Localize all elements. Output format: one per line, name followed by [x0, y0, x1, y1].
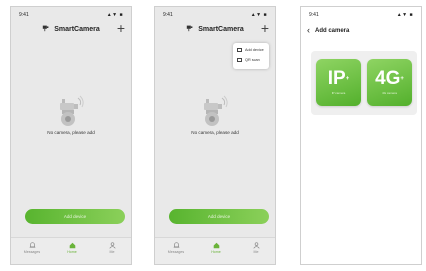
ip-camera-label: IP+	[316, 69, 361, 89]
bottom-tab-bar: Messages Home Me	[11, 237, 131, 264]
status-time: 9:41	[163, 12, 173, 18]
device-icon	[237, 48, 242, 52]
tab-me[interactable]: Me	[241, 242, 271, 254]
status-bar: 9:41 ▲▼ ■	[155, 9, 275, 21]
smartcamera-logo-icon	[43, 25, 49, 32]
status-signal: ▲▼ ■	[106, 12, 123, 18]
ip-camera-card[interactable]: IP+ IP camera	[316, 59, 361, 106]
phone-screen-home-menu: 9:41 ▲▼ ■ SmartCamera + Add device QR sc…	[154, 6, 276, 265]
phone-screen-add-camera: 9:41 ▲▼ ■ ‹ Add camera IP+ IP camera 4G+ …	[300, 6, 422, 265]
tab-label: Me	[253, 250, 259, 254]
status-signal: ▲▼ ■	[250, 12, 267, 18]
tab-me[interactable]: Me	[97, 242, 127, 254]
status-time: 9:41	[19, 12, 29, 18]
bottom-tab-bar: Messages Home Me	[155, 237, 275, 264]
tab-messages[interactable]: Messages	[17, 242, 47, 254]
bell-icon	[29, 242, 35, 248]
status-bar: 9:41 ▲▼ ■	[301, 9, 421, 21]
tab-label: Home	[67, 250, 77, 254]
add-plus-button[interactable]: +	[261, 21, 269, 35]
empty-state-text: No camera, please add	[47, 130, 95, 135]
add-camera-header: ‹ Add camera	[307, 25, 349, 35]
camera-illustration-icon	[204, 95, 228, 126]
person-icon	[252, 242, 260, 249]
tab-label: Messages	[23, 250, 41, 254]
add-device-button[interactable]: Add device	[25, 209, 125, 224]
tab-label: Home	[211, 250, 221, 254]
card-sup: +	[345, 76, 350, 82]
add-plus-button[interactable]: +	[117, 21, 125, 35]
brand-name: SmartCamera	[54, 26, 100, 33]
app-brand: SmartCamera	[11, 24, 131, 33]
status-bar: 9:41 ▲▼ ■	[11, 9, 131, 21]
status-signal: ▲▼ ■	[396, 12, 413, 18]
card-sup: +	[400, 76, 404, 82]
page-title: Add camera	[315, 28, 350, 34]
menu-item-add-device[interactable]: Add device	[237, 48, 264, 52]
menu-item-qr-scan[interactable]: QR scan	[237, 58, 260, 62]
add-device-button[interactable]: Add device	[169, 209, 269, 224]
card-caption: IP camera	[331, 91, 346, 95]
tab-label: Messages	[167, 250, 185, 254]
tab-label: Me	[109, 250, 115, 254]
tab-home[interactable]: Home	[57, 242, 87, 254]
add-menu-dropdown: Add device QR scan	[233, 43, 269, 69]
back-chevron-icon[interactable]: ‹	[307, 25, 310, 35]
brand-name: SmartCamera	[198, 26, 244, 33]
empty-state: No camera, please add	[155, 95, 275, 135]
card-title: IP	[327, 68, 346, 89]
person-icon	[108, 242, 116, 249]
bell-icon	[173, 242, 179, 248]
home-icon	[69, 242, 75, 249]
tab-messages[interactable]: Messages	[161, 242, 191, 254]
empty-state-text: No camera, please add	[191, 130, 239, 135]
empty-state: No camera, please add	[11, 95, 131, 135]
home-icon	[213, 242, 219, 249]
top-nav: SmartCamera +	[155, 21, 275, 37]
menu-item-label: QR scan	[245, 58, 260, 62]
smartcamera-logo-icon	[187, 25, 193, 32]
camera-type-panel: IP+ IP camera 4G+ 4G camera	[311, 51, 417, 115]
phone-screen-home: 9:41 ▲▼ ■ SmartCamera + No camera, pleas…	[10, 6, 132, 265]
status-time: 9:41	[309, 12, 319, 18]
menu-item-label: Add device	[245, 48, 264, 52]
4g-camera-card[interactable]: 4G+ 4G camera	[367, 59, 412, 106]
4g-camera-label: 4G+	[367, 69, 412, 89]
qr-scan-icon	[237, 58, 242, 62]
top-nav: SmartCamera +	[11, 21, 131, 37]
tab-home[interactable]: Home	[201, 242, 231, 254]
card-title: 4G	[375, 68, 401, 89]
camera-illustration-icon	[60, 95, 84, 126]
card-caption: 4G camera	[382, 91, 397, 95]
app-brand: SmartCamera	[155, 24, 275, 33]
